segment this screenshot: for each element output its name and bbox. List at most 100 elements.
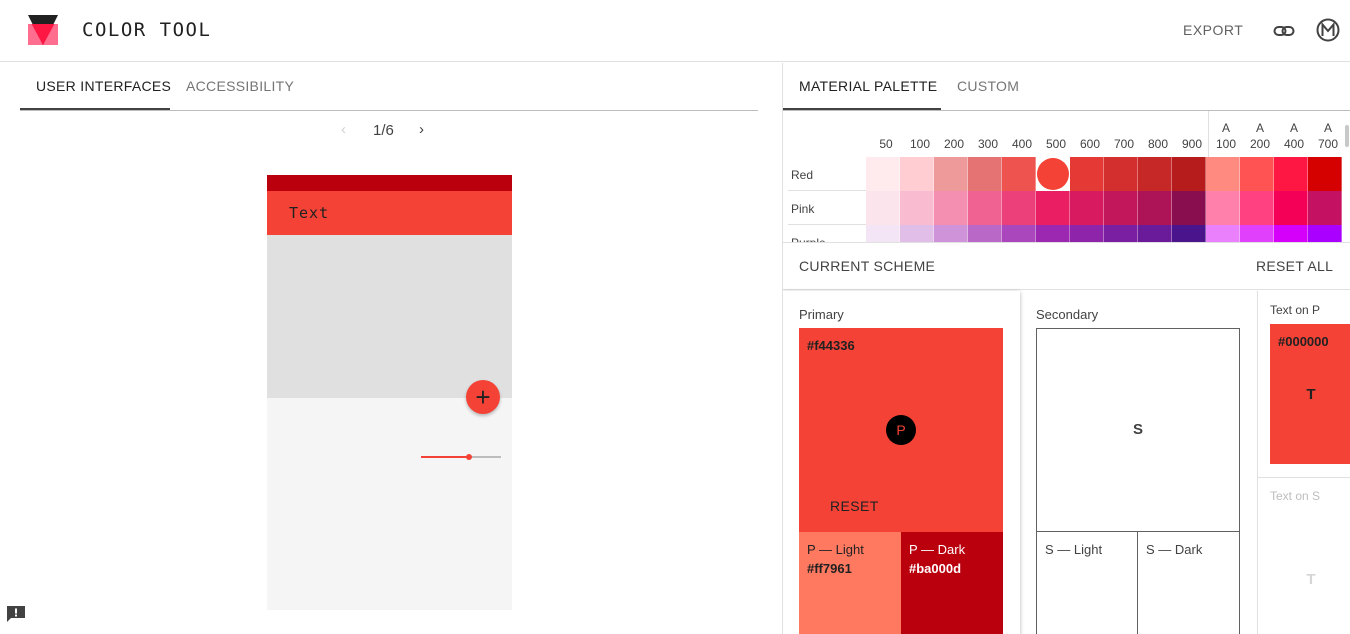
shade-header: A 700 bbox=[1311, 111, 1345, 157]
palette-swatch[interactable] bbox=[1172, 157, 1206, 191]
shade-header: A 100 bbox=[1209, 111, 1243, 157]
primary-swatch[interactable]: #f44336 P RESET bbox=[799, 328, 1003, 532]
shade-header: 600 bbox=[1073, 111, 1107, 157]
palette-swatch[interactable] bbox=[1002, 225, 1036, 242]
top-app-bar: COLOR TOOL EXPORT bbox=[0, 0, 1350, 62]
palette-swatch[interactable] bbox=[1274, 157, 1308, 191]
palette-swatch[interactable] bbox=[1104, 157, 1138, 191]
shade-header-value: 200 bbox=[1249, 137, 1271, 151]
text-on-primary-swatch[interactable]: #000000 T bbox=[1270, 324, 1350, 464]
shade-header-value: 800 bbox=[1147, 137, 1169, 151]
shade-header-value: 100 bbox=[909, 137, 931, 151]
palette-swatch[interactable] bbox=[1308, 157, 1342, 191]
palette-swatch[interactable] bbox=[1172, 225, 1206, 242]
shade-header: 800 bbox=[1141, 111, 1175, 157]
preview-slider[interactable] bbox=[421, 451, 501, 463]
palette-swatch[interactable] bbox=[866, 157, 900, 191]
palette-swatch[interactable] bbox=[1240, 157, 1274, 191]
app-title: COLOR TOOL bbox=[82, 19, 212, 41]
shade-header-value: 600 bbox=[1079, 137, 1101, 151]
palette-swatch[interactable] bbox=[1274, 225, 1308, 242]
palette-swatch[interactable] bbox=[934, 191, 968, 225]
primary-dark-swatch[interactable]: P — Dark #ba000d bbox=[901, 532, 1003, 634]
hue-row-divider bbox=[788, 224, 866, 225]
secondary-dark-swatch[interactable]: S — Dark bbox=[1137, 532, 1240, 634]
tab-accessibility[interactable]: ACCESSIBILITY bbox=[186, 78, 294, 94]
tab-custom[interactable]: CUSTOM bbox=[957, 78, 1019, 94]
active-tab-indicator bbox=[783, 108, 941, 110]
secondary-light-swatch[interactable]: S — Light bbox=[1036, 532, 1138, 634]
material-m-icon[interactable] bbox=[1316, 18, 1340, 42]
shade-header-prefix: A bbox=[1221, 121, 1230, 135]
palette-swatch[interactable] bbox=[934, 225, 968, 242]
primary-light-swatch[interactable]: P — Light #ff7961 bbox=[799, 532, 901, 634]
text-on-secondary-letter[interactable]: T bbox=[1270, 571, 1350, 588]
palette-swatch[interactable] bbox=[1206, 191, 1240, 225]
palette-swatch[interactable] bbox=[1138, 225, 1172, 242]
palette-swatch[interactable] bbox=[1002, 191, 1036, 225]
shade-header-value: 400 bbox=[1283, 137, 1305, 151]
tab-user-interfaces[interactable]: USER INTERFACES bbox=[36, 78, 171, 94]
palette-swatch[interactable] bbox=[866, 191, 900, 225]
palette-swatch[interactable] bbox=[968, 191, 1002, 225]
palette-swatch[interactable] bbox=[1240, 225, 1274, 242]
palette-swatch[interactable] bbox=[1308, 191, 1342, 225]
shade-header-value: 50 bbox=[879, 137, 893, 151]
ui-preview-phone: Text + bbox=[267, 175, 512, 610]
shade-header-value: 200 bbox=[943, 137, 965, 151]
slider-thumb[interactable] bbox=[466, 454, 472, 460]
palette-swatch[interactable] bbox=[900, 225, 934, 242]
color-tool-logo bbox=[28, 15, 58, 45]
chevron-left-icon[interactable]: ‹ bbox=[341, 121, 346, 138]
secondary-dark-label: S — Dark bbox=[1146, 542, 1203, 557]
palette-swatch[interactable] bbox=[1308, 225, 1342, 242]
active-tab-indicator bbox=[20, 108, 170, 110]
palette-swatch[interactable] bbox=[1070, 157, 1104, 191]
palette-swatch[interactable] bbox=[1104, 191, 1138, 225]
palette-swatch[interactable] bbox=[1274, 191, 1308, 225]
tab-material-palette[interactable]: MATERIAL PALETTE bbox=[799, 78, 937, 94]
palette-scrollbar[interactable] bbox=[1345, 125, 1349, 147]
material-palette-grid: 50 100 200 300 400 500 600 700 800 900 A 100 A 200 A 40… bbox=[783, 111, 1350, 243]
preview-toolbar-text: Text bbox=[289, 204, 330, 222]
secondary-swatch[interactable]: S bbox=[1036, 328, 1240, 532]
palette-swatch[interactable] bbox=[968, 225, 1002, 242]
reset-all-button[interactable]: RESET ALL bbox=[1256, 258, 1333, 274]
palette-swatch[interactable] bbox=[1036, 225, 1070, 242]
shade-header: 500 bbox=[1039, 111, 1073, 157]
shade-header: 900 bbox=[1175, 111, 1209, 157]
preview-toolbar: Text bbox=[267, 191, 512, 235]
primary-reset-button[interactable]: RESET bbox=[830, 498, 879, 514]
preview-status-bar bbox=[267, 175, 512, 191]
hue-name: Purple bbox=[791, 236, 826, 243]
shade-header-prefix: A bbox=[1255, 121, 1264, 135]
palette-swatch[interactable] bbox=[1138, 191, 1172, 225]
palette-swatch[interactable] bbox=[1002, 157, 1036, 191]
text-column-divider bbox=[1258, 477, 1350, 478]
shade-header-value: 900 bbox=[1181, 137, 1203, 151]
palette-swatch[interactable] bbox=[1172, 191, 1206, 225]
shade-header: 200 bbox=[937, 111, 971, 157]
palette-swatch[interactable] bbox=[1036, 191, 1070, 225]
chevron-right-icon[interactable]: › bbox=[419, 121, 424, 138]
palette-swatch[interactable] bbox=[1070, 225, 1104, 242]
page-indicator: 1/6 bbox=[373, 122, 394, 139]
palette-swatch[interactable] bbox=[1206, 225, 1240, 242]
palette-swatch[interactable] bbox=[900, 191, 934, 225]
palette-swatch[interactable] bbox=[1138, 157, 1172, 191]
feedback-icon[interactable] bbox=[6, 605, 26, 623]
secondary-light-label: S — Light bbox=[1045, 542, 1103, 557]
palette-swatch-selected[interactable] bbox=[1037, 158, 1069, 190]
link-icon[interactable] bbox=[1273, 21, 1295, 41]
palette-swatch[interactable] bbox=[1206, 157, 1240, 191]
preview-pager: ‹ 1/6 › bbox=[337, 118, 437, 142]
palette-swatch[interactable] bbox=[968, 157, 1002, 191]
palette-swatch[interactable] bbox=[934, 157, 968, 191]
palette-swatch[interactable] bbox=[1240, 191, 1274, 225]
palette-swatch[interactable] bbox=[900, 157, 934, 191]
palette-swatch[interactable] bbox=[1104, 225, 1138, 242]
preview-fab-button[interactable]: + bbox=[466, 380, 500, 414]
export-button[interactable]: EXPORT bbox=[1183, 22, 1243, 38]
palette-swatch[interactable] bbox=[866, 225, 900, 242]
palette-swatch[interactable] bbox=[1070, 191, 1104, 225]
